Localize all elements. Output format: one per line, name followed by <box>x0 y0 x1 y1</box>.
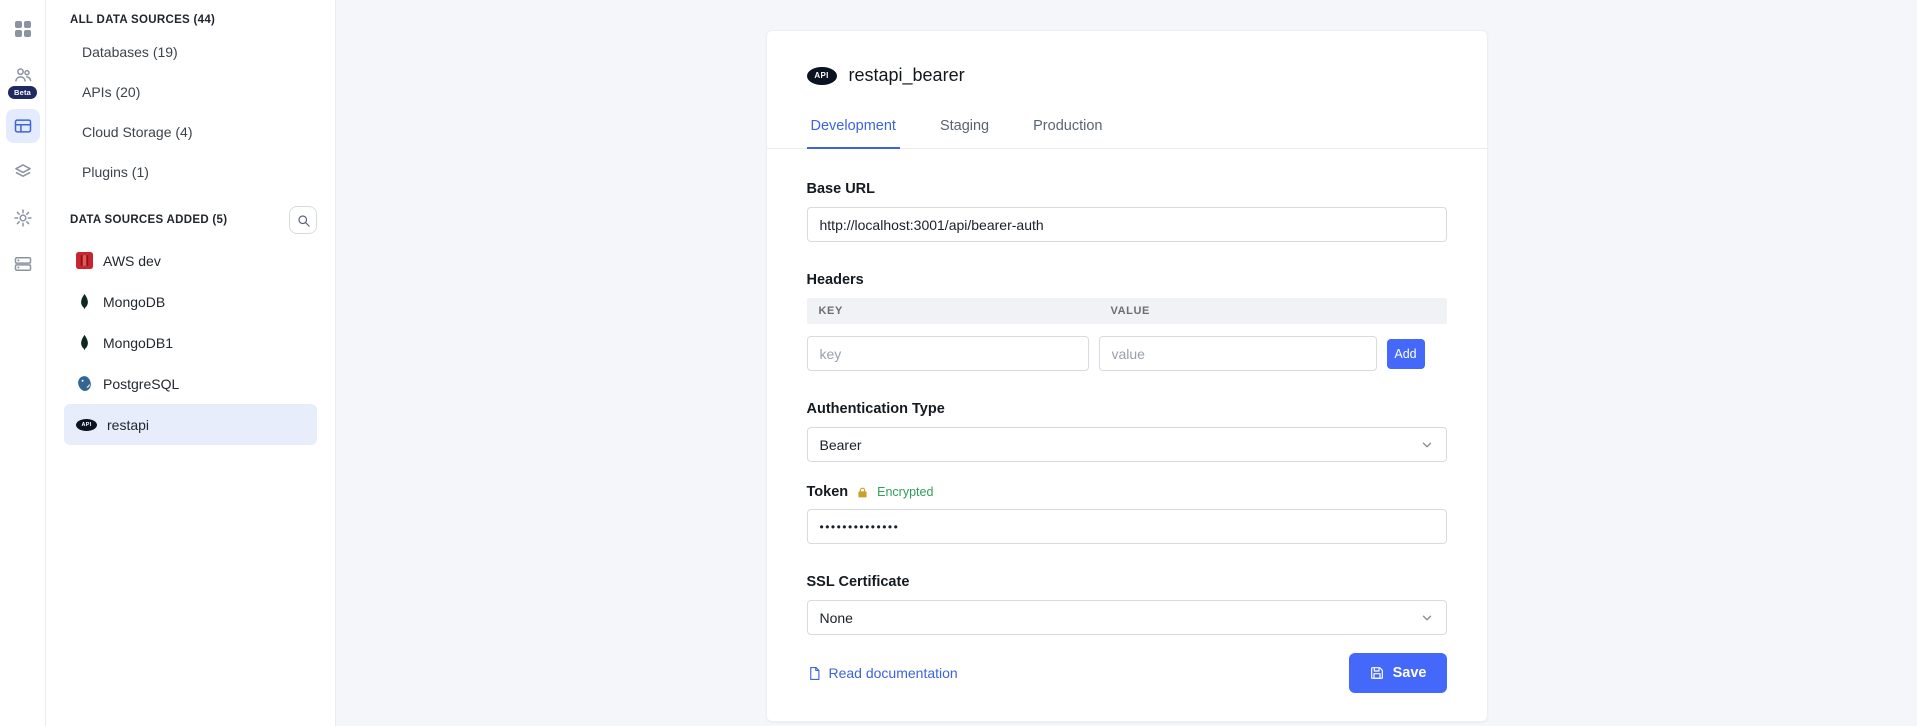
token-field: Token Encrypted <box>807 484 1447 544</box>
apps-grid-icon[interactable] <box>6 12 40 46</box>
document-icon <box>807 666 822 681</box>
value-column-header: VALUE <box>1099 305 1447 317</box>
table-icon <box>13 116 33 136</box>
list-item-restapi[interactable]: API restapi <box>64 404 317 445</box>
restapi-icon: API <box>807 67 837 85</box>
data-sources-nav-icon[interactable] <box>6 109 40 143</box>
page-title: restapi_bearer <box>849 65 965 86</box>
all-data-sources-title: ALL DATA SOURCES (44) <box>64 8 317 32</box>
mongodb-icon <box>76 334 93 351</box>
auth-type-field: Authentication Type Bearer <box>807 401 1447 462</box>
lock-icon <box>856 486 869 499</box>
beta-badge: Beta <box>8 86 37 99</box>
layers-icon <box>13 162 33 182</box>
save-icon <box>1369 665 1385 681</box>
search-button[interactable] <box>289 206 317 234</box>
list-item-label: MongoDB1 <box>103 335 173 351</box>
list-item-label: PostgreSQL <box>103 376 179 392</box>
aws-icon <box>76 252 93 269</box>
server-icon <box>13 254 33 274</box>
auth-type-value: Bearer <box>820 437 862 453</box>
restapi-icon: API <box>76 419 97 431</box>
base-url-input[interactable] <box>807 207 1447 242</box>
ssl-certificate-select[interactable]: None <box>807 600 1447 635</box>
card-header: API restapi_bearer <box>807 65 1447 86</box>
chevron-down-icon <box>1420 611 1434 625</box>
ssl-certificate-value: None <box>820 610 853 626</box>
list-item-label: MongoDB <box>103 294 165 310</box>
headers-field: Headers KEY VALUE Add <box>807 272 1447 371</box>
ssl-certificate-field: SSL Certificate None <box>807 574 1447 635</box>
token-input[interactable] <box>807 509 1447 544</box>
sidebar-item-databases[interactable]: Databases (19) <box>64 32 317 72</box>
users-icon <box>13 65 33 85</box>
tab-development[interactable]: Development <box>807 110 900 149</box>
grid-icon <box>14 20 32 38</box>
chevron-down-icon <box>1420 438 1434 452</box>
add-header-button[interactable]: Add <box>1387 339 1425 369</box>
card-footer: Read documentation Save <box>807 653 1447 693</box>
audit-logs-nav-icon[interactable] <box>6 247 40 281</box>
save-button-label: Save <box>1393 665 1427 681</box>
encrypted-badge: Encrypted <box>877 485 933 499</box>
main-content: API restapi_bearer Development Staging P… <box>336 0 1917 726</box>
added-data-sources-list: AWS dev MongoDB MongoDB1 PostgreSQL API … <box>64 240 317 445</box>
postgresql-icon <box>76 375 93 392</box>
token-label: Token <box>807 484 849 500</box>
ssl-certificate-label: SSL Certificate <box>807 574 1447 590</box>
data-sources-added-title: DATA SOURCES ADDED (5) <box>64 214 227 226</box>
read-documentation-label: Read documentation <box>829 665 958 681</box>
data-source-config-card: API restapi_bearer Development Staging P… <box>766 30 1488 722</box>
headers-table-head: KEY VALUE <box>807 298 1447 324</box>
environment-tabs: Development Staging Production <box>767 110 1487 149</box>
data-sources-sidebar: ALL DATA SOURCES (44) Databases (19) API… <box>46 0 336 726</box>
list-item-label: AWS dev <box>103 253 161 269</box>
sidebar-item-apis[interactable]: APIs (20) <box>64 72 317 112</box>
tab-production[interactable]: Production <box>1029 110 1106 149</box>
app-nav-rail: Beta <box>0 0 46 726</box>
list-item-mongodb1[interactable]: MongoDB1 <box>64 322 317 363</box>
read-documentation-link[interactable]: Read documentation <box>807 665 958 681</box>
auth-type-label: Authentication Type <box>807 401 1447 417</box>
list-item-aws-dev[interactable]: AWS dev <box>64 240 317 281</box>
settings-nav-icon[interactable] <box>6 201 40 235</box>
list-item-mongodb[interactable]: MongoDB <box>64 281 317 322</box>
base-url-label: Base URL <box>807 181 1447 197</box>
gear-icon <box>13 208 33 228</box>
headers-label: Headers <box>807 272 1447 288</box>
sidebar-item-plugins[interactable]: Plugins (1) <box>64 152 317 192</box>
base-url-field: Base URL <box>807 181 1447 242</box>
key-column-header: KEY <box>807 305 1099 317</box>
tab-staging[interactable]: Staging <box>936 110 993 149</box>
header-input-row: Add <box>807 336 1447 371</box>
search-icon <box>296 213 311 228</box>
config-form: Base URL Headers KEY VALUE Add Authentic… <box>807 149 1447 693</box>
sidebar-item-cloud-storage[interactable]: Cloud Storage (4) <box>64 112 317 152</box>
save-button[interactable]: Save <box>1349 653 1447 693</box>
list-item-label: restapi <box>107 417 149 433</box>
header-value-input[interactable] <box>1099 336 1377 371</box>
mongodb-icon <box>76 293 93 310</box>
list-item-postgresql[interactable]: PostgreSQL <box>64 363 317 404</box>
auth-type-select[interactable]: Bearer <box>807 427 1447 462</box>
header-key-input[interactable] <box>807 336 1089 371</box>
marketplace-nav-icon[interactable] <box>6 155 40 189</box>
